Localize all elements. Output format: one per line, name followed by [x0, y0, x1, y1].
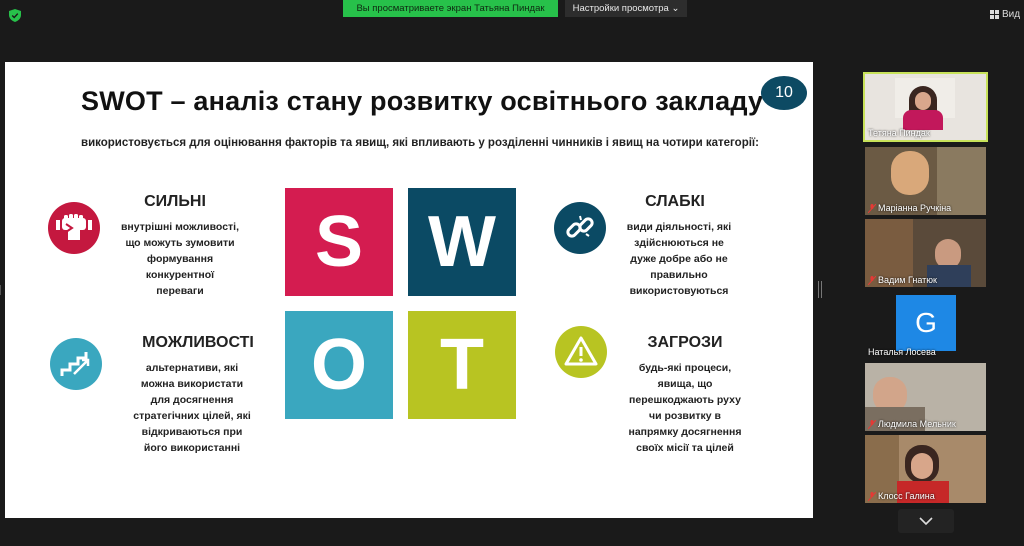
- viewer-settings-label: Настройки просмотра: [572, 3, 669, 14]
- mic-muted-icon: [868, 275, 876, 285]
- shared-slide: SWOT – аналіз стану розвитку освітнього …: [5, 62, 813, 518]
- participant-name: Клосс Галина: [868, 491, 935, 501]
- view-label: Вид: [1002, 9, 1021, 20]
- panel-resize-handle[interactable]: [818, 281, 822, 298]
- participant-name: Тетяна Пиндак: [868, 128, 930, 138]
- weaknesses-description: види діяльності, які здійснюються не дуж…: [626, 221, 732, 297]
- strengths-title: СИЛЬНІ: [144, 193, 206, 210]
- scroll-down-button[interactable]: [898, 509, 954, 533]
- weaknesses-title: СЛАБКІ: [645, 193, 705, 210]
- view-button[interactable]: Вид: [990, 9, 1020, 20]
- mic-muted-icon: [868, 203, 876, 213]
- swot-tile-w: W: [408, 188, 516, 296]
- opportunities-description: альтернативи, які можна використати для …: [133, 362, 251, 454]
- screen-share-banner: Вы просматриваете экран Татьяна Пиндак: [343, 0, 558, 17]
- slide-title: SWOT – аналіз стану розвитку освітнього …: [81, 86, 764, 116]
- threats-title: ЗАГРОЗИ: [647, 334, 723, 351]
- participant-name: Маріанна Ручкіна: [868, 203, 951, 213]
- chevron-down-icon: ⌄: [671, 3, 680, 14]
- warning-icon: [555, 326, 607, 378]
- participant-video[interactable]: Тетяна Пиндак: [863, 72, 988, 142]
- opportunities-title: МОЖЛИВОСТІ: [142, 334, 254, 351]
- shield-icon[interactable]: [9, 9, 21, 22]
- fist-icon: [48, 202, 100, 254]
- participant-video[interactable]: Вадим Гнатюк: [865, 219, 986, 287]
- threats-description: будь-які процеси, явища, що перешкоджают…: [628, 362, 742, 454]
- participant-name: Вадим Гнатюк: [868, 275, 937, 285]
- chevron-down-icon: [919, 517, 933, 526]
- swot-tile-t: T: [408, 311, 516, 419]
- participant-name: Людмила Мельник: [868, 419, 956, 429]
- slide-subtitle: використовується для оцінювання факторів…: [81, 137, 759, 149]
- mic-muted-icon: [868, 419, 876, 429]
- participant-name: Наталья Лосева: [868, 347, 936, 357]
- participant-video[interactable]: G Наталья Лосева: [865, 291, 986, 359]
- left-edge-handle: [0, 285, 3, 295]
- slide-number-badge: 10: [761, 76, 807, 110]
- top-bar: Вы просматриваете экран Татьяна Пиндак Н…: [0, 0, 1024, 34]
- swot-tile-s: S: [285, 188, 393, 296]
- participant-video[interactable]: Людмила Мельник: [865, 363, 986, 431]
- participant-video[interactable]: Маріанна Ручкіна: [865, 147, 986, 215]
- grid-icon: [990, 10, 999, 19]
- mic-muted-icon: [868, 491, 876, 501]
- participant-video[interactable]: Клосс Галина: [865, 435, 986, 503]
- bottom-toolbar: [0, 536, 1024, 546]
- avatar: G: [896, 295, 956, 351]
- stairs-icon: [50, 338, 102, 390]
- viewer-settings-button[interactable]: Настройки просмотра ⌄: [565, 0, 687, 17]
- broken-chain-icon: [554, 202, 606, 254]
- swot-tile-o: O: [285, 311, 393, 419]
- strengths-description: внутрішні можливості, що можуть зумовити…: [120, 221, 240, 297]
